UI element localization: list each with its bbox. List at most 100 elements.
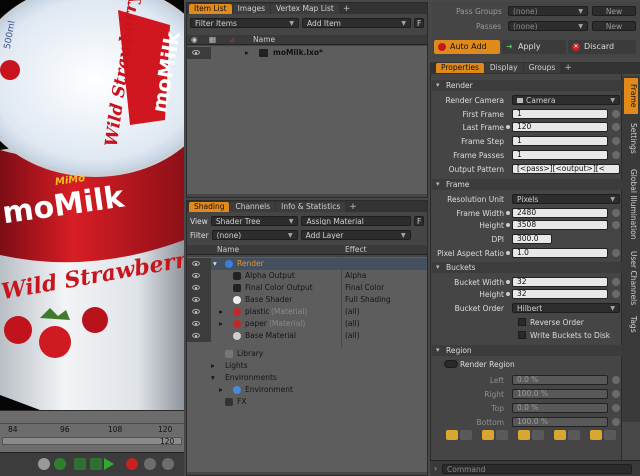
animate-icon[interactable] [612, 290, 620, 298]
animate-icon[interactable] [612, 249, 620, 257]
table-row[interactable]: ▾ Environments [187, 372, 427, 384]
check-icon[interactable] [518, 430, 530, 440]
table-row[interactable]: ▾ Render [187, 258, 427, 270]
key-delete-icon[interactable] [54, 458, 66, 470]
vtab-settings[interactable]: Settings [624, 116, 638, 160]
first-frame-input[interactable]: 1 [512, 109, 608, 119]
buckets-section[interactable]: Buckets [432, 262, 622, 273]
table-row[interactable]: ▸ Environment [187, 384, 427, 396]
resolution-unit-dropdown[interactable]: Pixels ▼ [512, 194, 620, 204]
f-button[interactable]: F [414, 18, 424, 28]
timeline[interactable]: 84 96 108 120 120 [0, 410, 184, 458]
table-row[interactable]: Base Shader Full Shading [187, 294, 427, 306]
vtab-tags[interactable]: Tags [624, 310, 638, 338]
tab-info-statistics[interactable]: Info & Statistics [276, 201, 346, 212]
animate-icon[interactable] [612, 376, 620, 384]
tab-display[interactable]: Display [484, 63, 523, 73]
3d-viewport[interactable]: moMilk Wild Strawberry 500ml MiMo moMilk… [0, 0, 184, 410]
expand-arrow-icon[interactable]: ▾ [211, 372, 215, 384]
table-row[interactable]: FX [187, 396, 427, 408]
table-row[interactable]: Library [187, 348, 427, 360]
bucket-height-input[interactable]: 32 [512, 289, 608, 299]
passes-dropdown[interactable]: (none) ▼ [508, 21, 588, 31]
animate-icon[interactable] [612, 123, 620, 131]
animate-icon[interactable] [612, 110, 620, 118]
frame-height-input[interactable]: 3508 [512, 220, 608, 230]
render-camera-dropdown[interactable]: Camera ▼ [512, 95, 620, 105]
animate-icon[interactable] [612, 137, 620, 145]
tab-images[interactable]: Images [232, 3, 270, 14]
check-icon[interactable] [554, 430, 566, 440]
check-icon[interactable] [482, 430, 494, 440]
timeline-range-bar[interactable] [2, 437, 182, 445]
render-region-checkbox[interactable] [444, 360, 458, 368]
render-section[interactable]: Render [432, 80, 622, 91]
discard-button[interactable]: ✕ Discard [568, 40, 636, 54]
go-start-icon[interactable] [74, 458, 86, 470]
expand-arrow-icon[interactable]: ▸ [219, 306, 223, 318]
region-section[interactable]: Region [432, 345, 622, 356]
tab-vertex-map-list[interactable]: Vertex Map List [270, 3, 339, 14]
play-icon[interactable] [104, 458, 114, 470]
region-top-input[interactable]: 0.0 % [512, 403, 608, 413]
frame-width-input[interactable]: 2480 [512, 208, 608, 218]
animate-icon[interactable] [612, 404, 620, 412]
item-list-tree[interactable] [187, 46, 427, 194]
new-pass-button[interactable]: New [592, 21, 636, 31]
vtab-user-channels[interactable]: User Channels [624, 248, 638, 308]
tab-item-list[interactable]: Item List [189, 3, 232, 14]
eye-icon[interactable] [192, 285, 200, 290]
bucket-width-input[interactable]: 32 [512, 277, 608, 287]
frame-passes-input[interactable]: 1 [512, 150, 608, 160]
table-row[interactable]: Final Color Output Final Color [187, 282, 427, 294]
eye-icon[interactable] [192, 261, 200, 266]
vtab-global-illumination[interactable]: Global Illumination [624, 162, 638, 246]
expand-arrow-icon[interactable]: ▸ [211, 360, 215, 372]
last-frame-input[interactable]: 120 [512, 122, 608, 132]
add-tab-button[interactable]: + [340, 4, 354, 14]
check-icon[interactable] [446, 430, 458, 440]
down-arrow-icon[interactable] [460, 430, 472, 440]
list-item[interactable]: ▸ moMilk.lxo* [187, 47, 427, 59]
eye-icon[interactable] [192, 273, 200, 278]
settings-icon[interactable] [144, 458, 156, 470]
region-right-input[interactable]: 100.0 % [512, 389, 608, 399]
dpi-input[interactable]: 300.0 [512, 234, 552, 244]
tab-properties[interactable]: Properties [436, 63, 484, 73]
expand-arrow-icon[interactable]: ▸ [219, 318, 223, 330]
table-row[interactable]: ▸ Lights [187, 360, 427, 372]
reverse-order-checkbox[interactable] [518, 318, 526, 326]
region-bottom-input[interactable]: 100.0 % [512, 417, 608, 427]
add-item-dropdown[interactable]: Add Item ▼ [302, 18, 412, 28]
tab-channels[interactable]: Channels [230, 201, 276, 212]
animate-icon[interactable] [612, 209, 620, 217]
write-buckets-checkbox[interactable] [518, 331, 526, 339]
pass-groups-dropdown[interactable]: (none) ▼ [508, 6, 588, 16]
apply-button[interactable]: ➜ Apply [502, 40, 566, 54]
animate-icon[interactable] [612, 418, 620, 426]
eye-icon[interactable] [192, 321, 200, 326]
add-tab-button[interactable]: + [346, 202, 360, 212]
down-arrow-icon[interactable] [568, 430, 580, 440]
expand-arrow-icon[interactable]: ▸ [219, 384, 223, 396]
f-button[interactable]: F [414, 216, 424, 226]
tab-groups[interactable]: Groups [523, 63, 561, 73]
down-arrow-icon[interactable] [496, 430, 508, 440]
animate-icon[interactable] [612, 278, 620, 286]
pixel-aspect-input[interactable]: 1.0 [512, 248, 608, 258]
frame-section[interactable]: Frame [432, 179, 622, 190]
assign-material-button[interactable]: Assign Material [301, 216, 412, 226]
eye-icon[interactable] [192, 50, 200, 55]
down-arrow-icon[interactable] [532, 430, 544, 440]
table-row[interactable]: ▸ paper (Material) (all) [187, 318, 427, 330]
eye-icon[interactable] [192, 333, 200, 338]
eye-icon[interactable] [192, 297, 200, 302]
tab-shading[interactable]: Shading [189, 201, 230, 212]
vtab-frame[interactable]: Frame [624, 78, 638, 114]
key-icon[interactable] [38, 458, 50, 470]
auto-add-button[interactable]: Auto Add [434, 40, 500, 54]
output-pattern-input[interactable]: [<pass>][<output>][< [512, 164, 620, 174]
eye-icon[interactable] [192, 309, 200, 314]
animate-icon[interactable] [612, 221, 620, 229]
audio-icon[interactable] [162, 458, 174, 470]
